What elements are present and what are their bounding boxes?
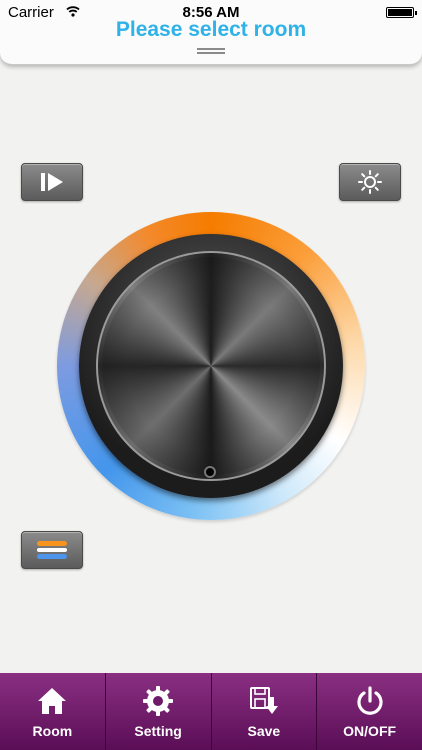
tab-room[interactable]: Room [0,673,106,750]
tab-setting[interactable]: Setting [106,673,212,750]
play-button[interactable] [21,163,83,201]
sun-icon [358,170,382,194]
home-icon [38,688,67,714]
brightness-button[interactable] [339,163,401,201]
play-step-icon [41,173,63,191]
battery-icon [386,7,417,18]
save-download-icon [249,687,278,714]
color-bars-icon [37,541,67,559]
tab-bar: Room Setting Save ON/OFF [0,673,422,750]
clock: 8:56 AM [182,4,240,21]
tab-save-label: Save [247,723,281,739]
color-mode-button[interactable] [21,531,83,569]
tab-save[interactable]: Save [212,673,318,750]
status-bar: Carrier 8:56 AM [0,0,422,22]
tab-room-label: Room [32,723,73,739]
power-icon [357,686,383,715]
tab-onoff-label: ON/OFF [343,723,397,739]
brightness-knob[interactable] [96,251,326,481]
pull-down-handle[interactable] [197,48,225,56]
tab-setting-label: Setting [134,723,182,739]
knob-indicator [204,466,216,478]
tab-onoff[interactable]: ON/OFF [317,673,422,750]
gear-icon [143,686,174,716]
